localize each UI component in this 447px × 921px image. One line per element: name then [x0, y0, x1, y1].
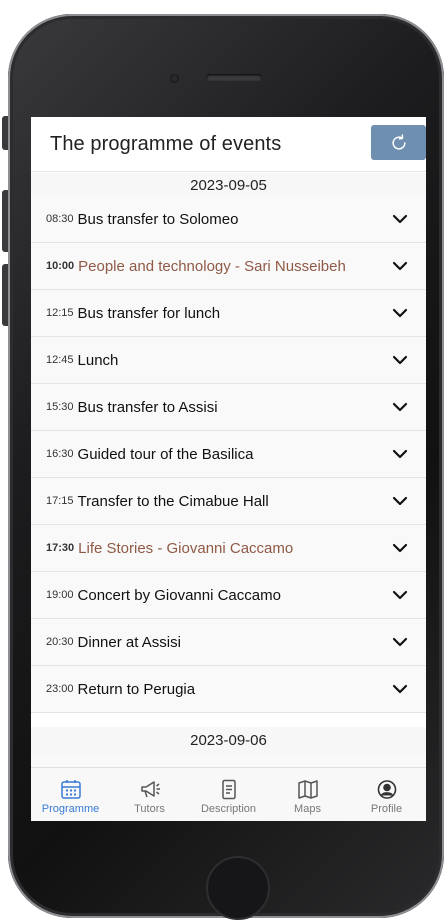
date-header: 2023-09-06 — [31, 727, 426, 754]
chevron-down-icon[interactable] — [392, 683, 408, 695]
chevron-down-icon[interactable] — [392, 636, 408, 648]
event-title: Bus transfer to Solomeo — [77, 210, 239, 228]
tab-label: Profile — [370, 803, 403, 815]
mute-switch — [2, 116, 8, 150]
event-row[interactable]: 10:00 People and technology - Sari Nussei… — [31, 243, 426, 290]
event-time: 08:30 — [46, 213, 74, 225]
chevron-down-icon[interactable] — [392, 307, 408, 319]
date-header: 2023-09-05 — [31, 173, 426, 196]
event-row[interactable]: 08:30 Bus transfer to Solomeo — [31, 196, 426, 243]
chevron-down-icon[interactable] — [392, 354, 408, 366]
tab-description[interactable]: Description — [189, 768, 268, 821]
event-row[interactable]: 19:00 Concert by Giovanni Caccamo — [31, 572, 426, 619]
event-time: 20:30 — [46, 636, 74, 648]
refresh-icon — [391, 133, 406, 150]
event-row[interactable]: 20:30 Dinner at Assisi — [31, 619, 426, 666]
earpiece-speaker — [206, 74, 262, 81]
event-title: Bus transfer to Assisi — [77, 398, 218, 416]
bottom-tab-bar: Programme Tutors Description Maps Profil… — [31, 767, 426, 821]
chevron-down-icon[interactable] — [392, 401, 408, 413]
event-time: 12:15 — [46, 307, 74, 319]
event-row[interactable]: 16:30 Guided tour of the Basilica — [31, 431, 426, 478]
chevron-down-icon[interactable] — [392, 260, 408, 272]
event-row[interactable]: 12:45 Lunch — [31, 337, 426, 384]
event-time: 15:30 — [46, 401, 74, 413]
page-title: The programme of events — [50, 133, 282, 155]
event-time: 10:00 — [46, 260, 75, 272]
tab-profile[interactable]: Profile — [347, 768, 426, 821]
app-header: The programme of events — [31, 117, 426, 172]
event-row[interactable]: 17:30 Life Stories - Giovanni Caccamo — [31, 525, 426, 572]
tab-label: Description — [200, 803, 257, 815]
event-title: Dinner at Assisi — [77, 633, 181, 651]
tab-programme[interactable]: Programme — [31, 768, 110, 821]
event-title: People and technology - Sari Nusseibeh — [78, 257, 346, 275]
volume-down-button — [2, 264, 8, 326]
volume-up-button — [2, 190, 8, 252]
event-row[interactable]: 15:30 Bus transfer to Assisi — [31, 384, 426, 431]
event-time: 23:00 — [46, 683, 74, 695]
event-row[interactable]: 23:00 Return to Perugia — [31, 666, 426, 713]
chevron-down-icon[interactable] — [392, 542, 408, 554]
event-title: Life Stories - Giovanni Caccamo — [78, 539, 294, 557]
chevron-down-icon[interactable] — [392, 213, 408, 225]
chevron-down-icon[interactable] — [392, 589, 408, 601]
event-time: 19:00 — [46, 589, 74, 601]
refresh-button[interactable] — [371, 125, 426, 160]
event-title: Bus transfer for lunch — [77, 304, 221, 322]
event-title: Lunch — [77, 351, 119, 369]
profile-icon — [377, 780, 396, 799]
tab-tutors[interactable]: Tutors — [110, 768, 189, 821]
event-row[interactable]: 12:15 Bus transfer for lunch — [31, 290, 426, 337]
event-time: 12:45 — [46, 354, 74, 366]
tab-maps[interactable]: Maps — [268, 768, 347, 821]
event-title: Transfer to the Cimabue Hall — [77, 492, 269, 510]
tab-label: Maps — [294, 803, 321, 815]
chevron-down-icon[interactable] — [392, 448, 408, 460]
event-row[interactable]: 17:15 Transfer to the Cimabue Hall — [31, 478, 426, 525]
event-time: 16:30 — [46, 448, 74, 460]
document-icon — [221, 779, 236, 800]
home-button[interactable] — [206, 856, 270, 920]
event-title: Concert by Giovanni Caccamo — [77, 586, 281, 604]
list-item[interactable] — [31, 754, 426, 767]
events-list[interactable]: 2023-09-05 08:30 Bus transfer to Solomeo 1… — [31, 173, 426, 767]
map-icon — [297, 780, 318, 799]
event-time: 17:30 — [46, 542, 75, 554]
megaphone-icon — [140, 781, 160, 798]
tab-label: Programme — [41, 803, 100, 815]
event-title: Return to Perugia — [77, 680, 196, 698]
event-title: Guided tour of the Basilica — [77, 445, 254, 463]
chevron-down-icon[interactable] — [392, 495, 408, 507]
front-camera — [170, 74, 179, 83]
event-time: 17:15 — [46, 495, 74, 507]
app-screen: The programme of events 2023-09-05 08:30… — [31, 117, 426, 821]
calendar-icon — [60, 780, 81, 799]
tab-label: Tutors — [134, 803, 165, 815]
